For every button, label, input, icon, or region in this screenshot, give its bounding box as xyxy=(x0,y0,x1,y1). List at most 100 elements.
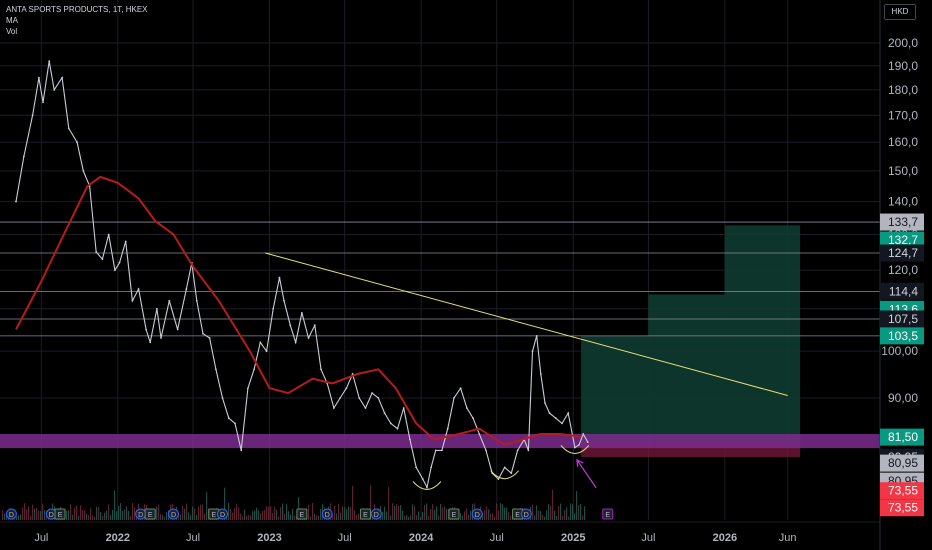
volume-bar xyxy=(228,503,230,520)
dividend-marker[interactable]: D xyxy=(5,508,17,520)
volume-bar xyxy=(292,508,294,520)
dividend-marker[interactable]: D xyxy=(135,508,147,520)
price-tag-label: 73,55 xyxy=(888,484,918,498)
volume-bar xyxy=(416,515,418,520)
volume-bar xyxy=(584,506,586,520)
volume-bar xyxy=(418,511,420,520)
volume-bar xyxy=(232,512,234,520)
price-point xyxy=(22,155,25,158)
volume-bar xyxy=(266,506,268,520)
volume-bar xyxy=(94,516,96,520)
symbol-title[interactable]: ANTA SPORTS PRODUCTS, 1T, HKEX xyxy=(6,4,148,15)
dividend-marker[interactable]: D xyxy=(520,508,532,520)
earnings-marker[interactable]: E xyxy=(448,508,460,520)
volume-bar xyxy=(96,506,98,520)
price-point xyxy=(176,328,179,331)
volume-bar xyxy=(114,490,116,520)
price-point xyxy=(389,422,392,425)
volume-bar xyxy=(66,510,68,520)
volume-bar xyxy=(284,513,286,520)
earnings-marker[interactable]: E xyxy=(359,508,371,520)
volume-bar xyxy=(294,515,296,520)
price-chart[interactable]: D D E D E D E D E D E D E D E D EJul 2022 Jul 2023 Jul 2024 Ju… xyxy=(0,0,932,550)
dividend-marker[interactable]: D xyxy=(321,508,333,520)
volume-bar xyxy=(244,509,246,520)
currency-button[interactable]: HKD xyxy=(884,4,916,20)
y-axis-tick-label: 100,00 xyxy=(881,344,918,358)
volume-bar xyxy=(106,510,108,520)
dividend-marker[interactable]: D xyxy=(471,508,483,520)
price-point xyxy=(485,449,487,452)
volume-bar xyxy=(558,506,560,520)
x-axis-tick-label: Jun xyxy=(779,532,797,544)
price-point xyxy=(131,299,134,302)
price-point xyxy=(208,337,211,339)
price-point xyxy=(240,449,243,452)
target-zone-box xyxy=(581,335,649,443)
volume-bar xyxy=(280,507,282,520)
dividend-marker[interactable]: D xyxy=(217,508,229,520)
volume-bar xyxy=(162,515,164,520)
volume-bar xyxy=(348,506,350,520)
volume-bar xyxy=(422,512,424,520)
volume-bar xyxy=(276,510,278,520)
ma-indicator-label[interactable]: MA xyxy=(6,15,148,26)
price-point xyxy=(358,397,361,399)
price-point xyxy=(259,341,262,344)
price-point xyxy=(446,427,449,430)
price-point xyxy=(265,350,268,353)
volume-indicator-label[interactable]: Vol xyxy=(6,26,148,37)
dividend-marker[interactable]: D xyxy=(167,508,179,520)
event-marker-label: E xyxy=(148,512,153,519)
volume-bar xyxy=(18,515,20,520)
volume-bar xyxy=(102,515,104,520)
volume-bar xyxy=(158,504,160,520)
volume-bar xyxy=(70,504,72,520)
volume-bar xyxy=(434,509,436,520)
price-point xyxy=(561,422,563,425)
earnings-marker[interactable]: E xyxy=(602,508,614,520)
volume-bar xyxy=(352,485,354,520)
price-point xyxy=(214,368,217,371)
event-marker-label: E xyxy=(515,512,520,519)
volume-bar xyxy=(460,512,462,520)
volume-bar xyxy=(250,515,252,520)
price-point xyxy=(234,422,236,425)
volume-bar xyxy=(402,510,404,520)
volume-bar xyxy=(200,504,202,520)
price-point xyxy=(76,141,78,144)
volume-bar xyxy=(118,505,120,520)
price-point xyxy=(202,332,204,335)
volume-bar xyxy=(500,503,502,520)
volume-bar xyxy=(356,514,358,520)
volume-bar xyxy=(236,503,238,520)
volume-bar xyxy=(132,503,134,520)
volume-bar xyxy=(342,506,344,520)
y-axis-tick-label: 90,00 xyxy=(888,391,918,405)
volume-bar xyxy=(278,516,280,520)
price-tag-label: 124,7 xyxy=(888,246,918,260)
volume-bar xyxy=(334,505,336,520)
earnings-marker[interactable]: E xyxy=(54,508,66,520)
volume-bar xyxy=(426,503,428,520)
price-point xyxy=(371,392,374,394)
volume-bar xyxy=(68,510,70,520)
price-tag-label: 80,95 xyxy=(888,456,918,470)
earnings-marker[interactable]: E xyxy=(144,508,156,520)
volume-bar xyxy=(108,504,110,520)
price-point xyxy=(300,311,303,314)
price-point xyxy=(272,307,275,310)
price-point xyxy=(567,412,570,414)
volume-bar xyxy=(192,506,194,520)
price-tag: 73,55 xyxy=(880,499,924,517)
volume-bar xyxy=(552,489,554,520)
earnings-marker[interactable]: E xyxy=(296,508,308,520)
volume-bar xyxy=(428,516,430,520)
volume-bar xyxy=(420,516,422,520)
price-point xyxy=(278,276,281,279)
price-point xyxy=(434,449,437,452)
volume-bar xyxy=(182,505,184,520)
price-point xyxy=(426,486,428,489)
volume-bar xyxy=(188,512,190,520)
dividend-marker[interactable]: D xyxy=(370,508,382,520)
